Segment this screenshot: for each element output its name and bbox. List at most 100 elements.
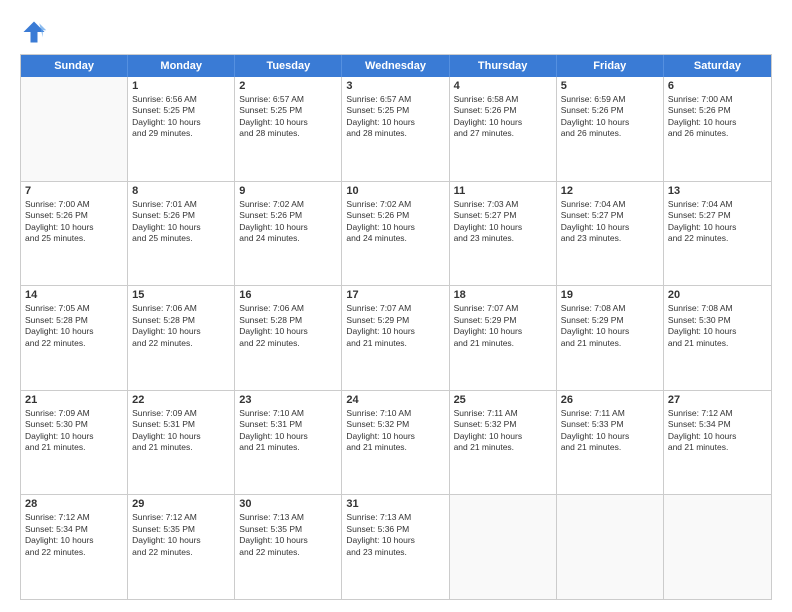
day-info: Sunrise: 7:00 AM Sunset: 5:26 PM Dayligh… <box>668 94 767 140</box>
day-info: Sunrise: 7:12 AM Sunset: 5:34 PM Dayligh… <box>25 512 123 558</box>
calendar-day-1: 1Sunrise: 6:56 AM Sunset: 5:25 PM Daylig… <box>128 77 235 181</box>
calendar-page: SundayMondayTuesdayWednesdayThursdayFrid… <box>0 0 792 612</box>
day-number: 28 <box>25 498 123 510</box>
calendar-day-18: 18 Sunrise: 7:07 AM Sunset: 5:29 PM Dayli… <box>450 286 557 390</box>
calendar-day-13: 13Sunrise: 7:04 AM Sunset: 5:27 PM Dayli… <box>664 182 771 286</box>
calendar-day-25: 25 Sunrise: 7:11 AM Sunset: 5:32 PM Dayli… <box>450 391 557 495</box>
calendar-day-17: 17Sunrise: 7:07 AM Sunset: 5:29 PM Dayli… <box>342 286 449 390</box>
day-number: 31 <box>346 498 444 510</box>
day-number: 21 <box>25 394 123 406</box>
day-info: Sunrise: 7:02 AM Sunset: 5:26 PM Dayligh… <box>346 199 444 245</box>
calendar-row-3: 21 Sunrise: 7:09 AM Sunset: 5:30 PM Dayli… <box>21 391 771 496</box>
calendar-day-22: 22 Sunrise: 7:09 AM Sunset: 5:31 PM Dayli… <box>128 391 235 495</box>
calendar-day-24: 24 Sunrise: 7:10 AM Sunset: 5:32 PM Dayli… <box>342 391 449 495</box>
day-info: Sunrise: 7:06 AM Sunset: 5:28 PM Dayligh… <box>239 303 337 349</box>
calendar-day-23: 23 Sunrise: 7:10 AM Sunset: 5:31 PM Dayli… <box>235 391 342 495</box>
calendar-empty-4-4 <box>450 495 557 599</box>
day-number: 15 <box>132 289 230 301</box>
day-number: 12 <box>561 185 659 197</box>
day-number: 24 <box>346 394 444 406</box>
day-info: Sunrise: 7:03 AM Sunset: 5:27 PM Dayligh… <box>454 199 552 245</box>
day-info: Sunrise: 7:13 AM Sunset: 5:36 PM Dayligh… <box>346 512 444 558</box>
day-info: Sunrise: 7:10 AM Sunset: 5:32 PM Dayligh… <box>346 408 444 454</box>
day-info: Sunrise: 7:07 AM Sunset: 5:29 PM Dayligh… <box>454 303 552 349</box>
header <box>20 18 772 46</box>
calendar-empty-4-6 <box>664 495 771 599</box>
calendar-day-5: 5 Sunrise: 6:59 AM Sunset: 5:26 PM Daylig… <box>557 77 664 181</box>
calendar-row-4: 28 Sunrise: 7:12 AM Sunset: 5:34 PM Dayli… <box>21 495 771 599</box>
calendar-day-3: 3Sunrise: 6:57 AM Sunset: 5:25 PM Daylig… <box>342 77 449 181</box>
calendar-day-20: 20 Sunrise: 7:08 AM Sunset: 5:30 PM Dayli… <box>664 286 771 390</box>
day-info: Sunrise: 7:11 AM Sunset: 5:33 PM Dayligh… <box>561 408 659 454</box>
day-info: Sunrise: 7:10 AM Sunset: 5:31 PM Dayligh… <box>239 408 337 454</box>
calendar-body: 1Sunrise: 6:56 AM Sunset: 5:25 PM Daylig… <box>21 77 771 599</box>
calendar: SundayMondayTuesdayWednesdayThursdayFrid… <box>20 54 772 600</box>
day-number: 7 <box>25 185 123 197</box>
day-number: 22 <box>132 394 230 406</box>
weekday-header-monday: Monday <box>128 55 235 77</box>
day-info: Sunrise: 7:11 AM Sunset: 5:32 PM Dayligh… <box>454 408 552 454</box>
calendar-empty-4-5 <box>557 495 664 599</box>
calendar-header: SundayMondayTuesdayWednesdayThursdayFrid… <box>21 55 771 77</box>
calendar-day-6: 6 Sunrise: 7:00 AM Sunset: 5:26 PM Daylig… <box>664 77 771 181</box>
calendar-day-27: 27Sunrise: 7:12 AM Sunset: 5:34 PM Dayli… <box>664 391 771 495</box>
calendar-day-26: 26 Sunrise: 7:11 AM Sunset: 5:33 PM Dayli… <box>557 391 664 495</box>
weekday-header-thursday: Thursday <box>450 55 557 77</box>
day-number: 25 <box>454 394 552 406</box>
calendar-day-29: 29 Sunrise: 7:12 AM Sunset: 5:35 PM Dayli… <box>128 495 235 599</box>
day-number: 17 <box>346 289 444 301</box>
day-info: Sunrise: 7:09 AM Sunset: 5:31 PM Dayligh… <box>132 408 230 454</box>
day-number: 20 <box>668 289 767 301</box>
day-number: 18 <box>454 289 552 301</box>
calendar-row-2: 14 Sunrise: 7:05 AM Sunset: 5:28 PM Dayli… <box>21 286 771 391</box>
day-info: Sunrise: 6:57 AM Sunset: 5:25 PM Dayligh… <box>239 94 337 140</box>
logo <box>20 18 54 46</box>
weekday-header-saturday: Saturday <box>664 55 771 77</box>
calendar-row-1: 7 Sunrise: 7:00 AM Sunset: 5:26 PM Daylig… <box>21 182 771 287</box>
day-info: Sunrise: 7:05 AM Sunset: 5:28 PM Dayligh… <box>25 303 123 349</box>
day-number: 8 <box>132 185 230 197</box>
day-info: Sunrise: 6:58 AM Sunset: 5:26 PM Dayligh… <box>454 94 552 140</box>
day-number: 2 <box>239 80 337 92</box>
day-info: Sunrise: 7:08 AM Sunset: 5:30 PM Dayligh… <box>668 303 767 349</box>
day-info: Sunrise: 7:02 AM Sunset: 5:26 PM Dayligh… <box>239 199 337 245</box>
day-info: Sunrise: 7:00 AM Sunset: 5:26 PM Dayligh… <box>25 199 123 245</box>
day-info: Sunrise: 7:12 AM Sunset: 5:35 PM Dayligh… <box>132 512 230 558</box>
day-info: Sunrise: 7:08 AM Sunset: 5:29 PM Dayligh… <box>561 303 659 349</box>
calendar-day-9: 9 Sunrise: 7:02 AM Sunset: 5:26 PM Daylig… <box>235 182 342 286</box>
calendar-day-28: 28 Sunrise: 7:12 AM Sunset: 5:34 PM Dayli… <box>21 495 128 599</box>
day-number: 3 <box>346 80 444 92</box>
day-number: 5 <box>561 80 659 92</box>
day-number: 9 <box>239 185 337 197</box>
day-number: 26 <box>561 394 659 406</box>
day-number: 14 <box>25 289 123 301</box>
weekday-header-wednesday: Wednesday <box>342 55 449 77</box>
day-number: 19 <box>561 289 659 301</box>
day-number: 11 <box>454 185 552 197</box>
day-number: 29 <box>132 498 230 510</box>
day-info: Sunrise: 7:13 AM Sunset: 5:35 PM Dayligh… <box>239 512 337 558</box>
calendar-day-11: 11 Sunrise: 7:03 AM Sunset: 5:27 PM Dayli… <box>450 182 557 286</box>
calendar-day-8: 8Sunrise: 7:01 AM Sunset: 5:26 PM Daylig… <box>128 182 235 286</box>
day-number: 6 <box>668 80 767 92</box>
calendar-day-15: 15Sunrise: 7:06 AM Sunset: 5:28 PM Dayli… <box>128 286 235 390</box>
day-number: 10 <box>346 185 444 197</box>
calendar-day-16: 16 Sunrise: 7:06 AM Sunset: 5:28 PM Dayli… <box>235 286 342 390</box>
calendar-day-7: 7 Sunrise: 7:00 AM Sunset: 5:26 PM Daylig… <box>21 182 128 286</box>
calendar-day-2: 2 Sunrise: 6:57 AM Sunset: 5:25 PM Daylig… <box>235 77 342 181</box>
day-number: 23 <box>239 394 337 406</box>
calendar-day-4: 4Sunrise: 6:58 AM Sunset: 5:26 PM Daylig… <box>450 77 557 181</box>
day-info: Sunrise: 6:59 AM Sunset: 5:26 PM Dayligh… <box>561 94 659 140</box>
day-number: 27 <box>668 394 767 406</box>
weekday-header-tuesday: Tuesday <box>235 55 342 77</box>
day-number: 16 <box>239 289 337 301</box>
day-info: Sunrise: 7:09 AM Sunset: 5:30 PM Dayligh… <box>25 408 123 454</box>
logo-icon <box>20 18 48 46</box>
day-info: Sunrise: 7:04 AM Sunset: 5:27 PM Dayligh… <box>561 199 659 245</box>
day-number: 1 <box>132 80 230 92</box>
weekday-header-sunday: Sunday <box>21 55 128 77</box>
day-number: 30 <box>239 498 337 510</box>
day-number: 13 <box>668 185 767 197</box>
calendar-day-19: 19 Sunrise: 7:08 AM Sunset: 5:29 PM Dayli… <box>557 286 664 390</box>
calendar-day-12: 12 Sunrise: 7:04 AM Sunset: 5:27 PM Dayli… <box>557 182 664 286</box>
